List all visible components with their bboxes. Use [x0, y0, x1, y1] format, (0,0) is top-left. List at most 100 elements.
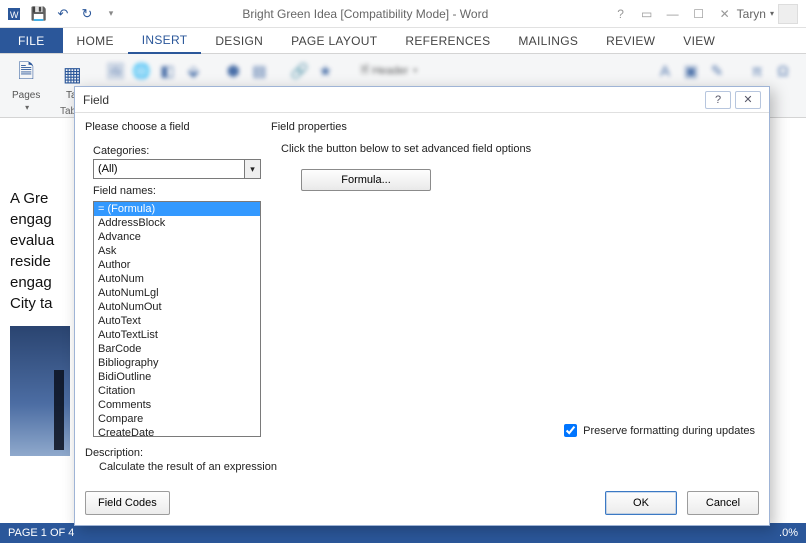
field-properties-hint: Click the button below to set advanced f… — [281, 143, 759, 155]
description-label: Description: — [85, 447, 759, 459]
qat-customize-icon[interactable]: ▾ — [100, 3, 122, 25]
media-icon[interactable]: ▤ — [248, 60, 270, 82]
pictures-icon[interactable]: 🖼 — [104, 60, 126, 82]
preserve-label: Preserve formatting during updates — [583, 425, 755, 437]
wordart-icon[interactable]: ✎ — [706, 60, 728, 82]
window-title: Bright Green Idea [Compatibility Mode] -… — [122, 7, 609, 21]
tab-page-layout[interactable]: PAGE LAYOUT — [277, 28, 391, 53]
ribbon-display-icon[interactable]: ▭ — [635, 4, 659, 24]
chevron-down-icon: ▾ — [413, 66, 417, 75]
pages-group[interactable]: 🗎 Pages ▾ — [6, 58, 46, 114]
maximize-icon[interactable]: ☐ — [687, 4, 711, 24]
dialog-left-panel: Please choose a field Categories: ▾ Fiel… — [85, 121, 261, 439]
list-item[interactable]: = (Formula) — [94, 202, 260, 216]
field-codes-button[interactable]: Field Codes — [85, 491, 170, 515]
header-footer-group: 🗎 Header ▾ — [348, 58, 429, 83]
list-item[interactable]: AutoNumOut — [94, 300, 260, 314]
list-item[interactable]: AutoTextList — [94, 328, 260, 342]
symbol-icon[interactable]: Ω — [772, 60, 794, 82]
links-group: 🔗 ★ — [282, 58, 342, 84]
list-item[interactable]: Bibliography — [94, 356, 260, 370]
tab-mailings[interactable]: MAILINGS — [504, 28, 592, 53]
textbox-icon[interactable]: A — [654, 60, 676, 82]
online-pictures-icon[interactable]: 🌐 — [130, 60, 152, 82]
description-text: Calculate the result of an expression — [99, 461, 759, 473]
chevron-down-icon[interactable]: ▾ — [245, 159, 261, 179]
hyperlink-icon[interactable]: 🔗 — [288, 60, 310, 82]
svg-text:W: W — [10, 10, 19, 20]
list-item[interactable]: AutoText — [94, 314, 260, 328]
tab-file[interactable]: FILE — [0, 28, 63, 53]
tab-design[interactable]: DESIGN — [201, 28, 277, 53]
window-controls: ? ▭ — ☐ ✕ — [609, 4, 737, 24]
store-icon[interactable]: ⬢ — [222, 60, 244, 82]
dialog-body: Please choose a field Categories: ▾ Fiel… — [75, 113, 769, 443]
smartart-icon[interactable]: ⬙ — [182, 60, 204, 82]
word-app-icon[interactable]: W — [4, 3, 26, 25]
list-item[interactable]: AddressBlock — [94, 216, 260, 230]
list-item[interactable]: AutoNum — [94, 272, 260, 286]
dialog-titlebar: Field ? ✕ — [75, 87, 769, 113]
zoom-level[interactable]: .0% — [779, 527, 798, 539]
tab-view[interactable]: VIEW — [669, 28, 729, 53]
categories-label: Categories: — [93, 145, 261, 157]
page-indicator[interactable]: PAGE 1 OF 4 — [8, 527, 74, 539]
categories-combobox[interactable]: ▾ — [93, 159, 261, 179]
tab-insert[interactable]: INSERT — [128, 28, 202, 54]
text-group: A ▣ ✎ — [648, 58, 734, 84]
choose-field-label: Please choose a field — [85, 121, 261, 133]
categories-input[interactable] — [93, 159, 245, 179]
title-bar: W 💾 ↶ ↻ ▾ Bright Green Idea [Compatibili… — [0, 0, 806, 28]
preserve-checkbox-input[interactable] — [564, 424, 577, 437]
header-button[interactable]: 🗎 Header ▾ — [354, 60, 423, 81]
pages-icon: 🗎 — [12, 60, 40, 88]
table-icon: ▦ — [58, 60, 86, 88]
ok-button[interactable]: OK — [605, 491, 677, 515]
dialog-close-button[interactable]: ✕ — [735, 91, 761, 109]
status-bar: PAGE 1 OF 4 .0% — [0, 523, 806, 543]
pages-label: Pages — [12, 90, 40, 101]
avatar — [778, 4, 798, 24]
list-item[interactable]: Comments — [94, 398, 260, 412]
field-names-listbox[interactable]: = (Formula) AddressBlock Advance Ask Aut… — [93, 201, 261, 437]
cancel-button[interactable]: Cancel — [687, 491, 759, 515]
save-icon[interactable]: 💾 — [28, 3, 50, 25]
list-item[interactable]: Compare — [94, 412, 260, 426]
tab-home[interactable]: HOME — [63, 28, 128, 53]
list-item[interactable]: Advance — [94, 230, 260, 244]
list-item[interactable]: CreateDate — [94, 426, 260, 437]
undo-icon[interactable]: ↶ — [52, 3, 74, 25]
list-item[interactable]: Ask — [94, 244, 260, 258]
list-item[interactable]: Citation — [94, 384, 260, 398]
equation-icon[interactable]: π — [746, 60, 768, 82]
symbols-group: π Ω — [740, 58, 800, 84]
redo-icon[interactable]: ↻ — [76, 3, 98, 25]
shapes-icon[interactable]: ◧ — [156, 60, 178, 82]
user-caret-icon: ▾ — [770, 9, 774, 18]
user-account[interactable]: Taryn ▾ — [737, 4, 798, 24]
ribbon-tabs: FILE HOME INSERT DESIGN PAGE LAYOUT REFE… — [0, 28, 806, 54]
tab-references[interactable]: REFERENCES — [391, 28, 504, 53]
preserve-formatting-checkbox[interactable]: Preserve formatting during updates — [564, 424, 755, 437]
list-item[interactable]: AutoNumLgl — [94, 286, 260, 300]
formula-button[interactable]: Formula... — [301, 169, 431, 191]
chevron-down-icon: ▾ — [25, 103, 29, 112]
minimize-icon[interactable]: — — [661, 4, 685, 24]
bookmark-icon[interactable]: ★ — [314, 60, 336, 82]
list-item[interactable]: Author — [94, 258, 260, 272]
user-name: Taryn — [737, 7, 766, 21]
help-icon[interactable]: ? — [609, 4, 633, 24]
dialog-footer: Field Codes OK Cancel — [75, 485, 769, 525]
dialog-help-button[interactable]: ? — [705, 91, 731, 109]
dialog-title: Field — [83, 93, 109, 107]
quick-access-toolbar: W 💾 ↶ ↻ ▾ — [4, 3, 122, 25]
document-image — [10, 326, 70, 456]
quickparts-icon[interactable]: ▣ — [680, 60, 702, 82]
close-icon[interactable]: ✕ — [713, 4, 737, 24]
header-label: Header — [372, 65, 408, 77]
list-item[interactable]: BidiOutline — [94, 370, 260, 384]
list-item[interactable]: BarCode — [94, 342, 260, 356]
tab-review[interactable]: REVIEW — [592, 28, 669, 53]
field-dialog: Field ? ✕ Please choose a field Categori… — [74, 86, 770, 526]
illustrations-group: 🖼 🌐 ◧ ⬙ — [98, 58, 210, 84]
